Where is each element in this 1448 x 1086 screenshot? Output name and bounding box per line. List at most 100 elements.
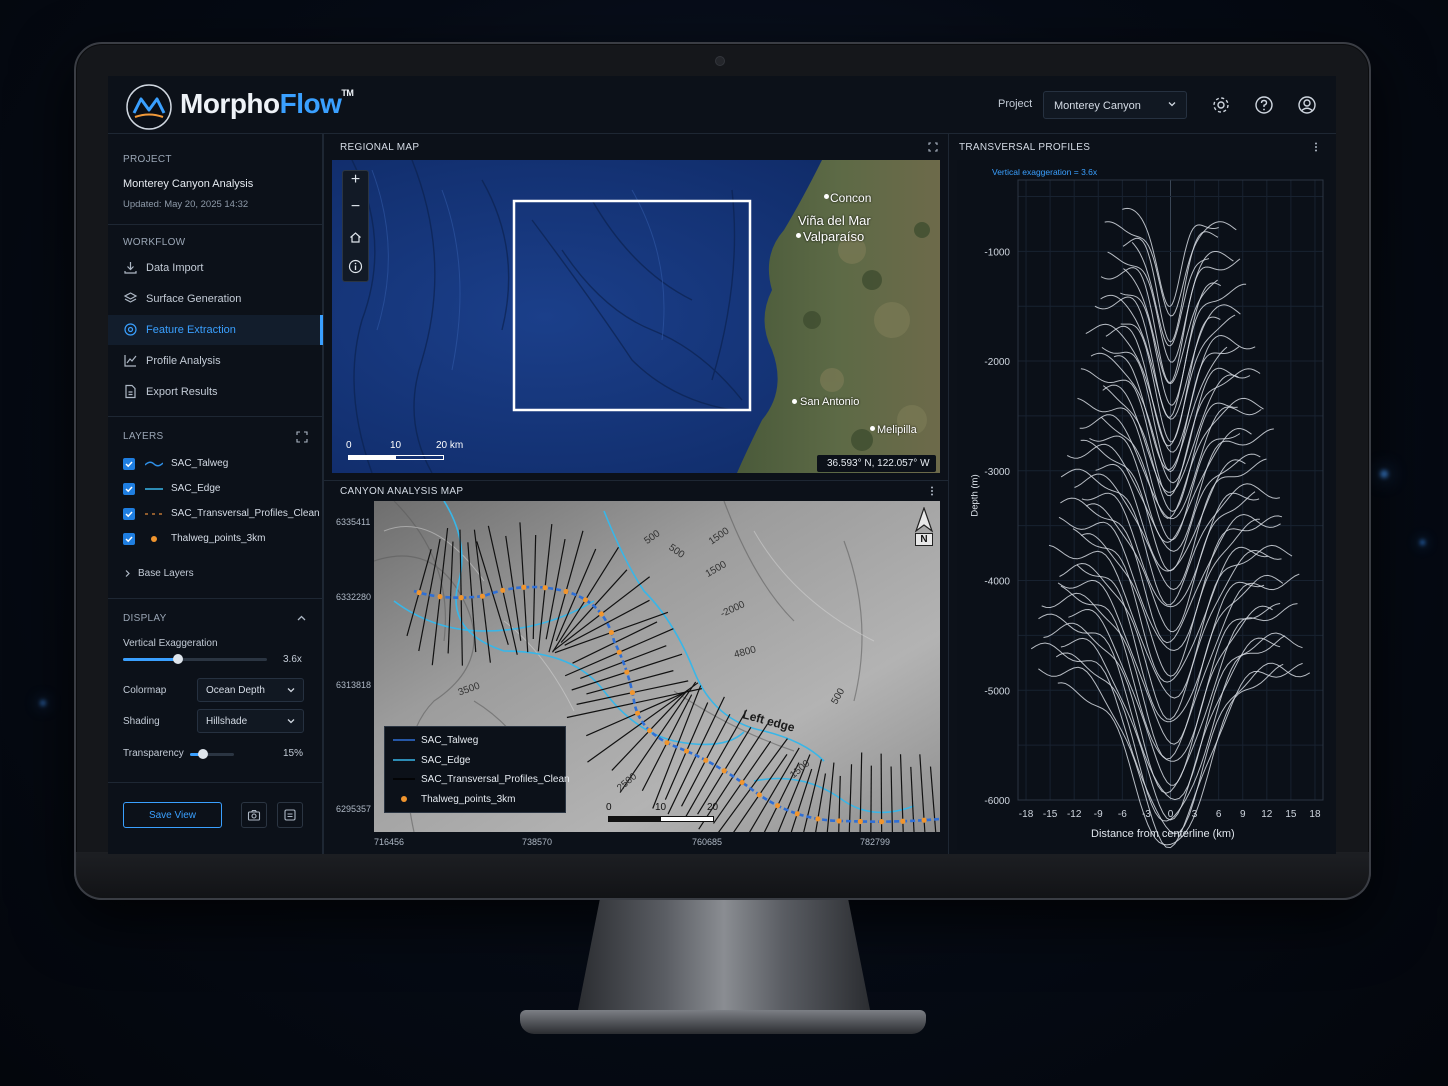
trademark: TM: [341, 88, 354, 98]
zoom-in-button[interactable]: +: [343, 171, 368, 198]
workflow-data-import[interactable]: Data Import: [108, 253, 323, 283]
shading-value: Hillshade: [206, 716, 248, 727]
check-icon: [125, 511, 133, 518]
save-view-button[interactable]: Save View: [123, 802, 222, 828]
shading-select[interactable]: Hillshade: [197, 709, 304, 733]
thalweg-point: [739, 779, 745, 785]
legend-line-swatch: [393, 739, 415, 741]
thalweg-point: [598, 611, 604, 617]
thalweg-point: [774, 803, 781, 809]
thalweg-point: [900, 818, 906, 824]
legend-point-swatch: [401, 796, 407, 802]
app-name-part: Flow: [279, 88, 342, 119]
gear-icon[interactable]: [1211, 95, 1231, 115]
x-tick-label: 0: [1168, 809, 1174, 820]
layer-checkbox[interactable]: [123, 483, 135, 495]
more-vertical-icon[interactable]: [926, 485, 938, 497]
zoom-out-button[interactable]: −: [343, 198, 368, 225]
workflow-surface-generation[interactable]: Surface Generation: [108, 284, 323, 314]
user-icon[interactable]: [1297, 95, 1317, 115]
chevron-up-icon[interactable]: [296, 613, 307, 624]
scale-bar: [348, 455, 444, 460]
thalweg-point: [416, 589, 422, 596]
y-axis-label: Depth (m): [969, 474, 981, 517]
thalweg-point: [794, 811, 800, 817]
target-icon: [124, 323, 137, 336]
sidebar: PROJECT Monterey Canyon Analysis Updated…: [108, 134, 323, 854]
project-updated: Updated: May 20, 2025 14:32: [123, 199, 249, 210]
layer-thalweg-points[interactable]: Thalweg_points_3km: [123, 532, 313, 548]
screenshot-button[interactable]: [241, 802, 267, 828]
workflow-label: Export Results: [146, 386, 218, 398]
x-tick-label: 738570: [522, 837, 553, 847]
workflow-feature-extraction[interactable]: Feature Extraction: [108, 315, 323, 345]
expand-icon[interactable]: [296, 431, 308, 443]
thalweg-point: [683, 748, 690, 754]
y-tick-label: -6000: [984, 796, 1010, 807]
project-select-value: Monterey Canyon: [1054, 100, 1141, 112]
app-screen: MorphoFlowTM Project Monterey Canyon PRO…: [108, 76, 1336, 854]
workflow-label: Profile Analysis: [146, 355, 221, 367]
layer-checkbox[interactable]: [123, 508, 135, 520]
app-name: MorphoFlowTM: [180, 88, 354, 120]
x-tick-label: 12: [1261, 809, 1273, 820]
info-icon[interactable]: [348, 259, 363, 274]
thalweg-point: [500, 587, 506, 593]
layer-transversal-profiles[interactable]: SAC_Transversal_Profiles_Clean: [123, 507, 320, 523]
place-label: San Antonio: [800, 396, 860, 408]
slider-knob[interactable]: [198, 749, 209, 759]
colormap-select[interactable]: Ocean Depth: [197, 678, 304, 702]
thalweg-point: [608, 629, 615, 636]
divider: [108, 416, 323, 417]
thalweg-point: [836, 818, 842, 824]
camera-icon: [247, 809, 261, 821]
divider: [108, 598, 323, 599]
layer-checkbox[interactable]: [123, 458, 135, 470]
vertical-exaggeration-slider[interactable]: [123, 654, 267, 664]
x-tick-label: 9: [1240, 809, 1246, 820]
help-icon[interactable]: [1254, 95, 1274, 115]
y-tick-label: -1000: [984, 247, 1010, 258]
x-tick-label: 15: [1285, 809, 1297, 820]
fullscreen-icon[interactable]: [927, 141, 939, 153]
layer-sac-edge[interactable]: SAC_Edge: [123, 482, 313, 498]
map-controls: + −: [342, 170, 369, 282]
vertical-exaggeration-value: 3.6x: [283, 654, 302, 665]
x-axis-label: Distance from centerline (km): [1091, 828, 1235, 840]
north-label: N: [915, 533, 933, 546]
transparency-slider[interactable]: [190, 749, 234, 759]
x-tick-label: -6: [1118, 809, 1127, 820]
place-label: Valparaíso: [803, 229, 865, 244]
layer-label: SAC_Transversal_Profiles_Clean: [171, 508, 320, 519]
canyon-analysis-map[interactable]: 500 500 1500 1500 -2000 4800 500 3500 25…: [374, 501, 940, 832]
thalweg-point: [703, 757, 709, 763]
coordinate-readout: 36.593° N, 122.057° W: [817, 455, 936, 472]
file-export-icon: [125, 384, 136, 399]
place-marker: [796, 233, 801, 238]
background: MorphoFlowTM Project Monterey Canyon PRO…: [0, 0, 1448, 1086]
divider: [323, 134, 324, 854]
project-select[interactable]: Monterey Canyon: [1043, 91, 1187, 119]
bokeh-light: [1380, 470, 1388, 478]
place-marker: [792, 399, 797, 404]
home-icon[interactable]: [349, 231, 362, 244]
chevron-down-icon: [287, 688, 295, 693]
thalweg-point: [437, 594, 443, 600]
layer-checkbox[interactable]: [123, 533, 135, 545]
more-vertical-icon[interactable]: [1310, 141, 1322, 153]
place-marker: [824, 194, 829, 199]
scale-label: 20 km: [436, 440, 464, 451]
workflow-profile-analysis[interactable]: Profile Analysis: [108, 346, 323, 376]
workflow-export-results[interactable]: Export Results: [108, 377, 323, 407]
thalweg-point: [542, 585, 548, 591]
divider: [948, 134, 949, 854]
divider: [324, 480, 949, 481]
slider-knob[interactable]: [172, 654, 183, 664]
scale-label: 0: [346, 440, 352, 451]
regional-map[interactable]: Concon Viña del Mar Valparaíso San Anton…: [332, 160, 940, 473]
layer-label: SAC_Talweg: [171, 458, 229, 469]
export-image-button[interactable]: [277, 802, 303, 828]
profiles-chart[interactable]: Vertical exaggeration = 3.6x -18 -15 -12 -9…: [957, 160, 1330, 850]
line-wave-symbol-icon: [145, 461, 163, 467]
layer-sac-talweg[interactable]: SAC_Talweg: [123, 457, 313, 473]
